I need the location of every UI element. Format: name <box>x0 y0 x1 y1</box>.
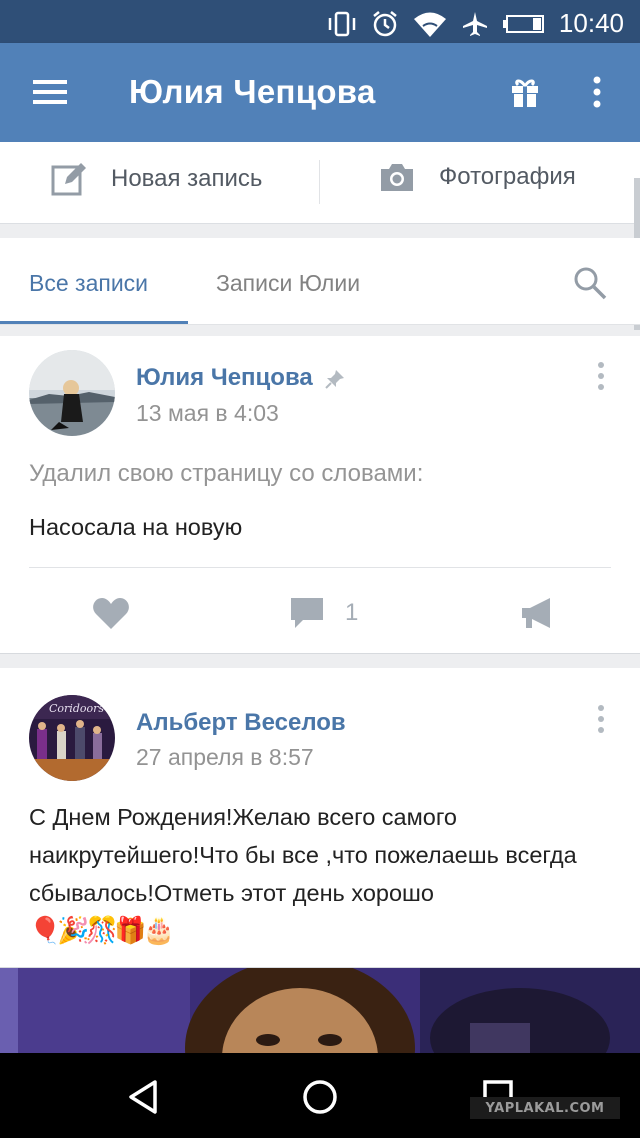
camera-icon <box>381 164 413 191</box>
edit-icon <box>51 163 86 196</box>
post-options-icon[interactable] <box>597 361 605 391</box>
post-photo[interactable] <box>0 968 640 1053</box>
battery-icon <box>502 14 544 33</box>
more-vert-icon[interactable] <box>592 76 602 108</box>
avatar[interactable] <box>29 350 115 436</box>
post-card: Юлия Чепцова 13 мая в 4:03 Удалил свою с… <box>0 336 640 654</box>
status-bar: 10:40 <box>0 0 640 43</box>
tab-selected-indicator <box>0 321 188 324</box>
post-divider <box>29 567 611 568</box>
new-post-label: Новая запись <box>111 165 263 192</box>
airplane-icon <box>462 11 487 36</box>
comment-count: 1 <box>345 599 359 626</box>
new-post-button[interactable]: Новая запись <box>51 162 262 196</box>
megaphone-icon <box>522 598 550 628</box>
add-photo-button[interactable]: Фотография <box>379 162 576 192</box>
comment-button[interactable]: 1 <box>289 596 358 630</box>
wall-tabs: Все записи Записи Юлии <box>0 238 640 325</box>
vibrate-icon <box>328 11 356 36</box>
wifi-icon <box>413 12 446 37</box>
composer-bar: Новая запись Фотография <box>0 142 640 224</box>
page-title: Юлия Чепцова <box>129 73 376 110</box>
avatar-caption: Coridoors <box>49 702 105 715</box>
menu-icon[interactable] <box>33 79 67 105</box>
back-icon[interactable] <box>127 1079 159 1115</box>
tab-all-posts[interactable]: Все записи <box>29 270 148 297</box>
post-author-name: Юлия Чепцова <box>136 364 313 391</box>
tab-user-posts[interactable]: Записи Юлии <box>216 270 360 297</box>
heart-icon <box>93 598 129 629</box>
like-button[interactable] <box>92 596 130 630</box>
system-nav-bar <box>0 1053 640 1138</box>
post-repost-note: Удалил свою страницу со словами: <box>29 460 424 487</box>
post-author[interactable]: Альберт Веселов <box>136 709 346 737</box>
comment-icon <box>291 598 323 628</box>
post-text: С Днем Рождения!Желаю всего самого наикр… <box>29 804 577 906</box>
post-author[interactable]: Юлия Чепцова <box>136 364 345 392</box>
app-bar: Юлия Чепцова <box>0 43 640 142</box>
post-date: 13 мая в 4:03 <box>136 400 279 426</box>
avatar[interactable]: Coridoors <box>29 695 115 781</box>
composer-divider <box>319 160 320 204</box>
share-button[interactable] <box>520 596 554 630</box>
alarm-icon <box>373 10 397 36</box>
post-emoji: 🎈🎉🎊🎁🎂 <box>29 916 175 946</box>
post-options-icon[interactable] <box>597 704 605 734</box>
pin-icon <box>325 369 345 389</box>
post-date: 27 апреля в 8:57 <box>136 744 314 770</box>
photo-label: Фотография <box>439 163 576 190</box>
watermark: YAPLAKAL.COM <box>470 1097 620 1119</box>
post-card: Coridoors Альберт Веселов 27 апреля в 8:… <box>0 668 640 968</box>
gift-icon[interactable] <box>510 76 540 108</box>
status-time: 10:40 <box>558 8 624 38</box>
search-icon[interactable] <box>573 266 607 300</box>
post-text: Насосала на новую <box>29 514 243 540</box>
home-icon[interactable] <box>302 1079 338 1115</box>
